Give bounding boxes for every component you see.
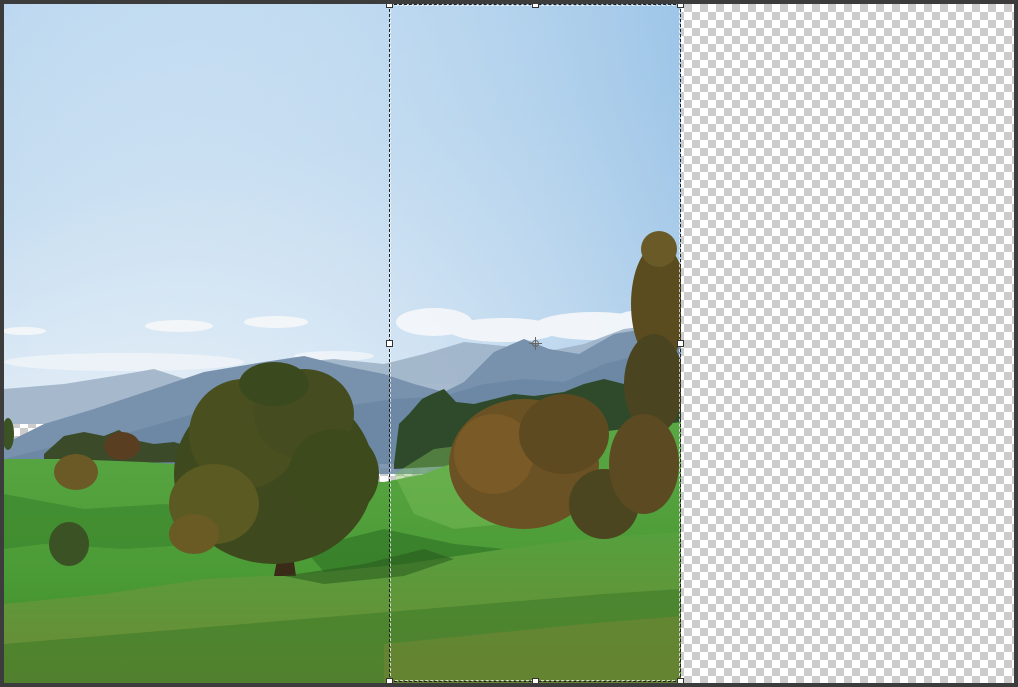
landscape-photo	[4, 4, 681, 683]
handle-middle-left[interactable]	[386, 340, 393, 347]
pivot-center-dot	[532, 340, 539, 347]
document-canvas[interactable]	[4, 4, 1014, 683]
handle-bottom-left[interactable]	[386, 678, 393, 683]
handle-top-right[interactable]	[677, 4, 684, 8]
handle-bottom-center[interactable]	[532, 678, 539, 683]
handle-bottom-right[interactable]	[677, 678, 684, 683]
crosshair-pivot-icon[interactable]	[529, 337, 542, 350]
handle-top-left[interactable]	[386, 4, 393, 8]
handle-middle-right[interactable]	[677, 340, 684, 347]
photoshop-workspace	[0, 0, 1018, 687]
handle-top-center[interactable]	[532, 4, 539, 8]
